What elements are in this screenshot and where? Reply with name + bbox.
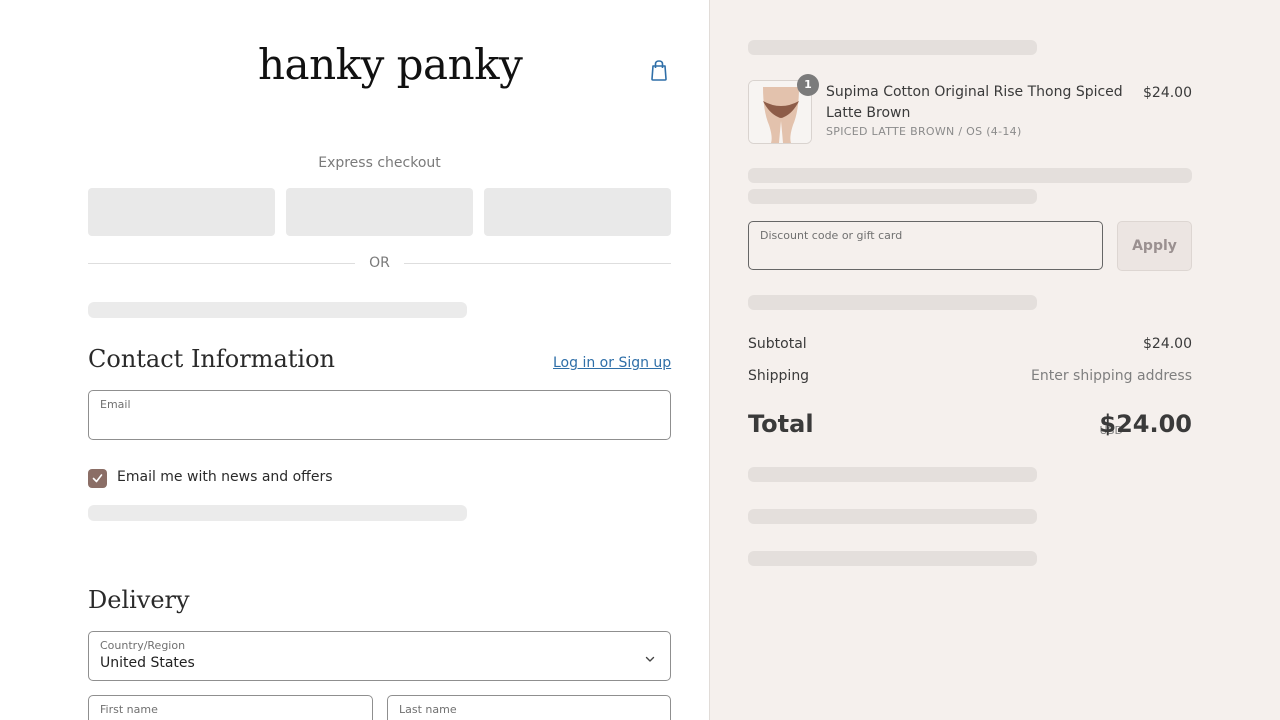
email-field-label: Email <box>100 398 131 411</box>
loading-placeholder <box>88 302 467 318</box>
checkmark-icon <box>92 474 103 483</box>
or-divider: OR <box>88 255 671 273</box>
newsletter-checkbox[interactable] <box>88 469 107 488</box>
email-field[interactable]: Email <box>88 390 671 440</box>
loading-placeholder <box>748 551 1037 566</box>
last-name-field[interactable]: Last name <box>387 695 671 720</box>
shopping-bag-icon[interactable] <box>648 58 670 82</box>
divider-line-right <box>404 263 671 264</box>
express-pay-button-2[interactable] <box>286 188 473 236</box>
last-name-label: Last name <box>399 703 457 716</box>
country-select-value: United States <box>100 655 195 671</box>
total-value: $24.00 <box>1099 410 1192 438</box>
express-checkout-label: Express checkout <box>318 155 441 171</box>
discount-code-label: Discount code or gift card <box>760 229 903 242</box>
contact-section-title: Contact Information <box>88 345 335 373</box>
subtotal-value: $24.00 <box>1143 336 1192 352</box>
shipping-label: Shipping <box>748 368 810 384</box>
quantity-badge: 1 <box>797 74 819 96</box>
first-name-field[interactable]: First name <box>88 695 373 720</box>
loading-placeholder <box>748 168 1192 183</box>
country-select[interactable]: Country/Region United States <box>88 631 671 681</box>
discount-code-field[interactable]: Discount code or gift card <box>748 221 1103 270</box>
express-pay-button-3[interactable] <box>484 188 671 236</box>
delivery-section-title: Delivery <box>88 586 190 614</box>
loading-placeholder <box>748 295 1037 310</box>
loading-placeholder <box>88 505 467 521</box>
first-name-label: First name <box>100 703 158 716</box>
apply-discount-button[interactable]: Apply <box>1117 221 1192 271</box>
brand-logo[interactable]: hanky panky <box>258 40 523 89</box>
loading-placeholder <box>748 40 1037 55</box>
subtotal-label: Subtotal <box>748 336 807 352</box>
product-name: Supima Cotton Original Rise Thong Spiced… <box>826 84 1123 121</box>
total-label: Total <box>748 410 814 438</box>
country-select-label: Country/Region <box>100 639 186 652</box>
loading-placeholder <box>748 189 1037 204</box>
chevron-down-icon <box>644 650 656 669</box>
product-variant: SPICED LATTE BROWN / OS (4-14) <box>826 125 1022 138</box>
shipping-value: Enter shipping address <box>1031 368 1192 384</box>
product-price: $24.00 <box>1143 85 1192 101</box>
login-signup-link[interactable]: Log in or Sign up <box>553 355 671 371</box>
newsletter-label[interactable]: Email me with news and offers <box>117 469 333 485</box>
loading-placeholder <box>748 509 1037 524</box>
express-pay-button-1[interactable] <box>88 188 275 236</box>
loading-placeholder <box>748 467 1037 482</box>
